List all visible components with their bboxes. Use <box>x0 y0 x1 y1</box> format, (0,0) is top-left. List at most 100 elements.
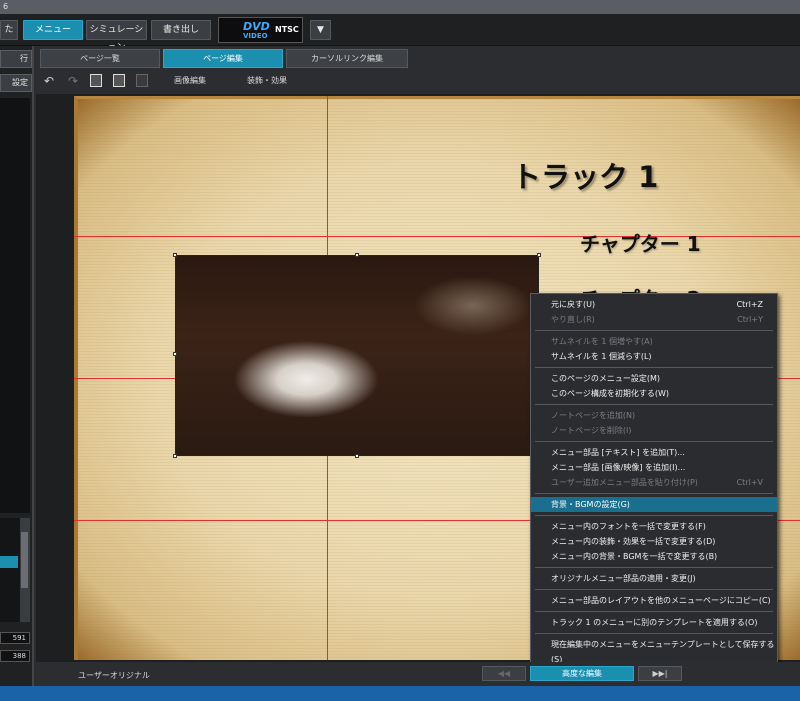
menu-item-label: ノートページを追加(N) <box>551 411 636 420</box>
context-menu-item[interactable]: ノートページを削除(I) <box>531 423 777 438</box>
menu-separator <box>535 404 773 405</box>
menu-item-label: メニュー内のフォントを一括で変更する(F) <box>551 522 706 531</box>
left-panel-button-2[interactable]: 設定 <box>0 74 32 92</box>
wedding-photo-thumbnail[interactable] <box>175 255 539 456</box>
window-titlebar: 6 <box>0 0 800 14</box>
menu-item-label: トラック 1 のメニューに別のテンプレートを適用する(O) <box>551 618 758 627</box>
tab-page-list[interactable]: ページ一覧 <box>40 49 160 68</box>
tab-cursor-link-edit[interactable]: カーソルリンク編集 <box>286 49 408 68</box>
context-menu-item[interactable]: メニュー部品 [画像/映像] を追加(I)... <box>531 460 777 475</box>
menu-separator <box>535 567 773 568</box>
menu-separator <box>535 330 773 331</box>
page-tabs: ページ一覧 ページ編集 カーソルリンク編集 <box>36 46 800 70</box>
menu-separator <box>535 611 773 612</box>
window-title: 6 <box>3 2 9 11</box>
advanced-edit-button[interactable]: 高度な編集 <box>530 666 634 681</box>
left-list-area <box>0 98 30 513</box>
status-bar <box>0 686 800 701</box>
menu-item-label: 元に戻す(U) <box>551 300 596 309</box>
disc-format-selector[interactable]: DVD VIDEO NTSC <box>218 17 303 43</box>
resize-handle[interactable] <box>173 253 177 257</box>
menu-separator <box>535 367 773 368</box>
menu-item-label: メニュー内の背景・BGMを一括で変更する(B) <box>551 552 718 561</box>
tab-page-edit[interactable]: ページ編集 <box>163 49 283 68</box>
left-scrollbar-thumb[interactable] <box>21 532 28 588</box>
menu-item-label: ユーザー追加メニュー部品を貼り付け(P) <box>551 478 698 487</box>
menu-item-label: メニュー部品 [テキスト] を追加(T)... <box>551 448 685 457</box>
resize-handle[interactable] <box>355 454 359 458</box>
next-page-button[interactable]: ▶▶| <box>638 666 682 681</box>
image-edit-button[interactable]: 画像編集 <box>174 75 206 86</box>
spin-value-1[interactable]: 591 <box>0 632 30 644</box>
context-menu-item[interactable]: 元に戻す(U) Ctrl+Z <box>531 297 777 312</box>
dvd-video-logo: VIDEO <box>243 32 268 40</box>
format-label: NTSC <box>275 25 299 34</box>
context-menu-item[interactable]: 背景・BGMの設定(G) <box>531 497 777 512</box>
menu-separator <box>535 441 773 442</box>
menu-item-label: 背景・BGMの設定(G) <box>551 500 630 509</box>
left-panel: 行 設定 591 388 <box>0 46 34 686</box>
resize-handle[interactable] <box>355 253 359 257</box>
context-menu-item[interactable]: メニュー内のフォントを一括で変更する(F) <box>531 519 777 534</box>
undo-icon[interactable]: ↶ <box>42 74 56 88</box>
menu-separator <box>535 515 773 516</box>
context-menu-item[interactable]: やり直し(R) Ctrl+Y <box>531 312 777 327</box>
menu-item-label: このページ構成を初期化する(W) <box>551 389 669 398</box>
context-menu-item[interactable]: サムネイルを 1 個増やす(A) <box>531 334 777 349</box>
context-menu-item[interactable]: メニュー内の背景・BGMを一括で変更する(B) <box>531 549 777 564</box>
track-title-text[interactable]: トラック 1 <box>512 154 658 196</box>
context-menu-item[interactable]: サムネイルを 1 個減らす(L) <box>531 349 777 364</box>
context-menu-item[interactable]: ノートページを追加(N) <box>531 408 777 423</box>
menu-separator <box>535 633 773 634</box>
add-text-icon[interactable] <box>90 74 102 87</box>
chapter-1-text[interactable]: チャプター 1 <box>580 228 701 257</box>
menu-item-label: メニュー内の装飾・効果を一括で変更する(D) <box>551 537 716 546</box>
context-menu-item[interactable]: ユーザー追加メニュー部品を貼り付け(P) Ctrl+V <box>531 475 777 490</box>
format-dropdown-button[interactable]: ▼ <box>310 20 331 40</box>
context-menu-item[interactable]: トラック 1 のメニューに別のテンプレートを適用する(O) <box>531 615 777 630</box>
menu-item-label: サムネイルを 1 個増やす(A) <box>551 337 653 346</box>
menu-mode-button[interactable]: メニュー <box>23 20 83 40</box>
resize-handle[interactable] <box>173 352 177 356</box>
template-name-label: ユーザーオリジナル <box>78 671 150 680</box>
menu-item-shortcut: Ctrl+Y <box>737 315 763 324</box>
menu-item-label: メニュー部品のレイアウトを他のメニューページにコピー(C) <box>551 596 771 605</box>
prev-page-button[interactable]: ◀◀ <box>482 666 526 681</box>
menu-item-label: やり直し(R) <box>551 315 595 324</box>
menu-separator <box>535 589 773 590</box>
spin-value-2[interactable]: 388 <box>0 650 30 662</box>
bottom-bar: ユーザーオリジナル ◀◀ 高度な編集 ▶▶| <box>36 662 800 686</box>
resize-handle[interactable] <box>173 454 177 458</box>
menu-item-label: メニュー部品 [画像/映像] を追加(I)... <box>551 463 686 472</box>
menu-item-label: 現在編集中のメニューをメニューテンプレートとして保存する(S) <box>551 640 775 664</box>
left-tree-selected[interactable] <box>0 556 18 568</box>
simulation-button[interactable]: シミュレーション <box>86 20 147 53</box>
left-panel-button-1[interactable]: 行 <box>0 50 32 68</box>
context-menu-item[interactable]: 現在編集中のメニューをメニューテンプレートとして保存する(S) <box>531 637 777 664</box>
menu-item-shortcut: Ctrl+Z <box>736 300 763 309</box>
menu-item-label: ノートページを削除(I) <box>551 426 632 435</box>
resize-handle[interactable] <box>537 253 541 257</box>
menu-separator <box>535 493 773 494</box>
top-toolbar: た メニュー シミュレーション 書き出し DVD VIDEO NTSC ▼ <box>0 14 800 53</box>
add-image-icon[interactable] <box>113 74 125 87</box>
context-menu-item[interactable]: このページ構成を初期化する(W) <box>531 386 777 401</box>
context-menu-item[interactable]: このページのメニュー設定(M) <box>531 371 777 386</box>
left-tree-list[interactable] <box>0 518 22 622</box>
edit-toolbar: ↶ ↷ 画像編集 装飾・効果 <box>36 70 800 94</box>
export-button[interactable]: 書き出し <box>151 20 211 40</box>
layout-icon[interactable] <box>136 74 148 87</box>
context-menu-item[interactable]: メニュー内の装飾・効果を一括で変更する(D) <box>531 534 777 549</box>
menu-item-label: サムネイルを 1 個減らす(L) <box>551 352 652 361</box>
context-menu-item[interactable]: メニュー部品のレイアウトを他のメニューページにコピー(C) <box>531 593 777 608</box>
redo-icon[interactable]: ↷ <box>66 74 80 88</box>
menu-item-shortcut: Ctrl+V <box>736 478 763 487</box>
context-menu-item[interactable]: メニュー部品 [テキスト] を追加(T)... <box>531 445 777 460</box>
left-scrollbar[interactable] <box>20 518 30 622</box>
menu-item-label: オリジナルメニュー部品の適用・変更(J) <box>551 574 696 583</box>
context-menu-item[interactable]: オリジナルメニュー部品の適用・変更(J) <box>531 571 777 586</box>
context-menu: 元に戻す(U) Ctrl+Z やり直し(R) Ctrl+Y サムネイルを 1 個増やす(… <box>530 293 778 667</box>
decoration-effects-button[interactable]: 装飾・効果 <box>247 75 287 86</box>
partial-left-button[interactable]: た <box>0 20 18 40</box>
menu-item-label: このページのメニュー設定(M) <box>551 374 660 383</box>
